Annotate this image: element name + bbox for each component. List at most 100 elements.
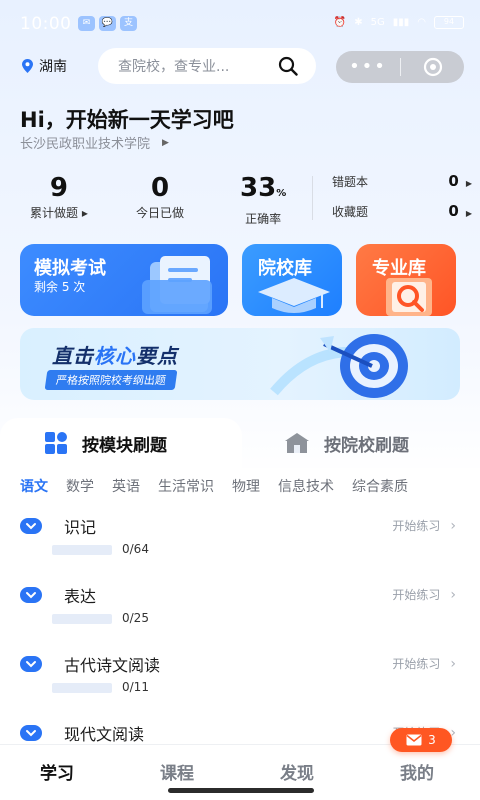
mock-exam-remaining: 剩余 5 次 xyxy=(34,280,86,294)
message-badge[interactable]: 3 xyxy=(390,728,452,752)
module-progress: 0/64 xyxy=(122,542,149,556)
stats-divider xyxy=(312,176,313,220)
core-points-banner[interactable]: 直击核心要点 严格按照院校考纲出题 xyxy=(20,328,460,400)
chevron-right-icon: › xyxy=(450,517,456,534)
more-button[interactable]: ••• xyxy=(336,51,400,83)
module-row: 识记 开始练习 › 0/64 xyxy=(0,512,480,580)
status-bar: 10:00 ✉ 💬 支 ⏰ ✱ 5G ▮▮▮ ◠ 94 xyxy=(0,0,480,48)
subject-math[interactable]: 数学 xyxy=(66,476,94,496)
location-label: 湖南 xyxy=(39,59,67,75)
status-time: 10:00 xyxy=(20,14,72,34)
bluetooth-icon: ✱ xyxy=(354,17,363,28)
subject-physics[interactable]: 物理 xyxy=(232,476,260,496)
practice-tabs: 按模块刷题 按院校刷题 xyxy=(0,418,480,468)
stat-accuracy: 33% 正确率 xyxy=(240,172,286,227)
module-list-panel: 语文 数学 英语 生活常识 物理 信息技术 综合素质 识记 开始练习 › 0/64… xyxy=(0,468,480,744)
mock-exam-title: 模拟考试 xyxy=(34,258,106,279)
stat-accuracy-value: 33% xyxy=(240,173,287,203)
wrong-book-entry[interactable]: 错题本 0 ▶ xyxy=(332,172,472,190)
favorites-value: 0 xyxy=(448,202,459,220)
close-button[interactable] xyxy=(401,57,464,77)
school-selector[interactable]: 长沙民政职业技术学院 ▶ xyxy=(20,133,169,152)
module-progress: 0/11 xyxy=(122,680,149,694)
home-indicator xyxy=(168,788,314,793)
subject-tabs: 语文 数学 英语 生活常识 物理 信息技术 综合素质 xyxy=(20,476,426,496)
nav-discover[interactable]: 发现 xyxy=(280,759,314,784)
wrong-book-label: 错题本 xyxy=(332,174,369,189)
nav-study[interactable]: 学习 xyxy=(40,759,74,784)
location-pin-icon xyxy=(22,59,33,73)
message-count: 3 xyxy=(428,733,436,747)
search-placeholder: 查院校，查专业... xyxy=(118,59,230,75)
start-practice-button[interactable]: 开始练习› xyxy=(392,655,456,672)
status-indicators: ⏰ ✱ 5G ▮▮▮ ◠ 94 xyxy=(334,16,464,29)
wrong-book-value: 0 xyxy=(448,172,459,190)
subject-general[interactable]: 综合素质 xyxy=(352,476,408,496)
alipay-icon: 支 xyxy=(120,16,137,31)
school-library-card[interactable]: 院校库 xyxy=(242,244,342,316)
favorites-arrow-icon: ▶ xyxy=(465,209,472,218)
progress-bar xyxy=(52,683,112,693)
graduation-cap-icon xyxy=(258,278,330,313)
stat-total-value: 9 xyxy=(49,173,68,203)
chevron-right-icon: › xyxy=(450,655,456,672)
module-progress: 0/25 xyxy=(122,611,149,625)
school-building-icon xyxy=(285,433,309,453)
signal-icon: ▮▮▮ xyxy=(392,17,410,28)
subject-english[interactable]: 英语 xyxy=(112,476,140,496)
school-arrow-icon: ▶ xyxy=(162,137,169,148)
chat-app-icon: 💬 xyxy=(99,16,116,31)
module-name: 表达 xyxy=(64,587,97,606)
module-name: 古代诗文阅读 xyxy=(64,656,161,675)
magnifier-book-icon xyxy=(386,278,432,316)
favorites-entry[interactable]: 收藏题 0 ▶ xyxy=(332,202,472,220)
expand-chevron-icon[interactable] xyxy=(20,725,42,741)
progress-bar xyxy=(52,545,112,555)
network-label: 5G xyxy=(370,17,385,28)
banner-title: 直击核心要点 xyxy=(52,344,178,368)
tab-by-school-label: 按院校刷题 xyxy=(324,435,409,456)
stat-today-label: 今日已做 xyxy=(136,206,185,220)
mini-program-capsule: ••• xyxy=(336,51,464,83)
subject-it[interactable]: 信息技术 xyxy=(278,476,334,496)
search-input[interactable]: 查院校，查专业... xyxy=(98,48,316,84)
grid-icon xyxy=(45,432,67,454)
nav-mine[interactable]: 我的 xyxy=(400,759,434,784)
stat-accuracy-label: 正确率 xyxy=(245,212,282,226)
target-dart-icon xyxy=(270,334,408,398)
stats-panel: 9 累计做题 ▸ 0 今日已做 33% 正确率 错题本 0 ▶ 收藏题 0 ▶ xyxy=(20,172,472,232)
folder-icon xyxy=(142,256,212,314)
module-name: 识记 xyxy=(64,518,97,537)
subject-chinese[interactable]: 语文 xyxy=(20,476,48,496)
school-name: 长沙民政职业技术学院 xyxy=(20,137,151,152)
stat-total[interactable]: 9 累计做题 ▸ xyxy=(30,172,88,221)
expand-chevron-icon[interactable] xyxy=(20,518,42,534)
top-bar: 湖南 查院校，查专业... ••• xyxy=(0,48,480,86)
notification-icon: ✉ xyxy=(78,16,95,31)
chevron-right-icon: › xyxy=(450,586,456,603)
expand-chevron-icon[interactable] xyxy=(20,587,42,603)
tab-by-school[interactable]: 按院校刷题 xyxy=(242,418,480,468)
wrong-book-arrow-icon: ▶ xyxy=(465,179,472,188)
expand-chevron-icon[interactable] xyxy=(20,656,42,672)
tab-by-module[interactable]: 按模块刷题 xyxy=(0,418,242,468)
battery-icon: 94 xyxy=(434,16,464,29)
banner-subtitle: 严格按照院校考纲出题 xyxy=(44,370,178,390)
mock-exam-card[interactable]: 模拟考试 剩余 5 次 xyxy=(20,244,228,316)
stat-total-label: 累计做题 ▸ xyxy=(30,206,88,220)
search-icon[interactable] xyxy=(278,56,298,80)
stat-today: 0 今日已做 xyxy=(136,172,184,221)
nav-course[interactable]: 课程 xyxy=(160,759,194,784)
subject-life[interactable]: 生活常识 xyxy=(158,476,214,496)
favorites-label: 收藏题 xyxy=(332,204,369,219)
tab-by-module-label: 按模块刷题 xyxy=(82,435,167,456)
start-practice-button[interactable]: 开始练习› xyxy=(392,586,456,603)
alarm-icon: ⏰ xyxy=(333,17,347,28)
location-selector[interactable]: 湖南 xyxy=(22,56,67,76)
major-library-card[interactable]: 专业库 xyxy=(356,244,456,316)
progress-bar xyxy=(52,614,112,624)
module-row: 古代诗文阅读 开始练习 › 0/11 xyxy=(0,650,480,718)
start-practice-button[interactable]: 开始练习› xyxy=(392,517,456,534)
status-app-icons: ✉ 💬 支 xyxy=(78,16,137,31)
module-name: 现代文阅读 xyxy=(64,725,145,744)
